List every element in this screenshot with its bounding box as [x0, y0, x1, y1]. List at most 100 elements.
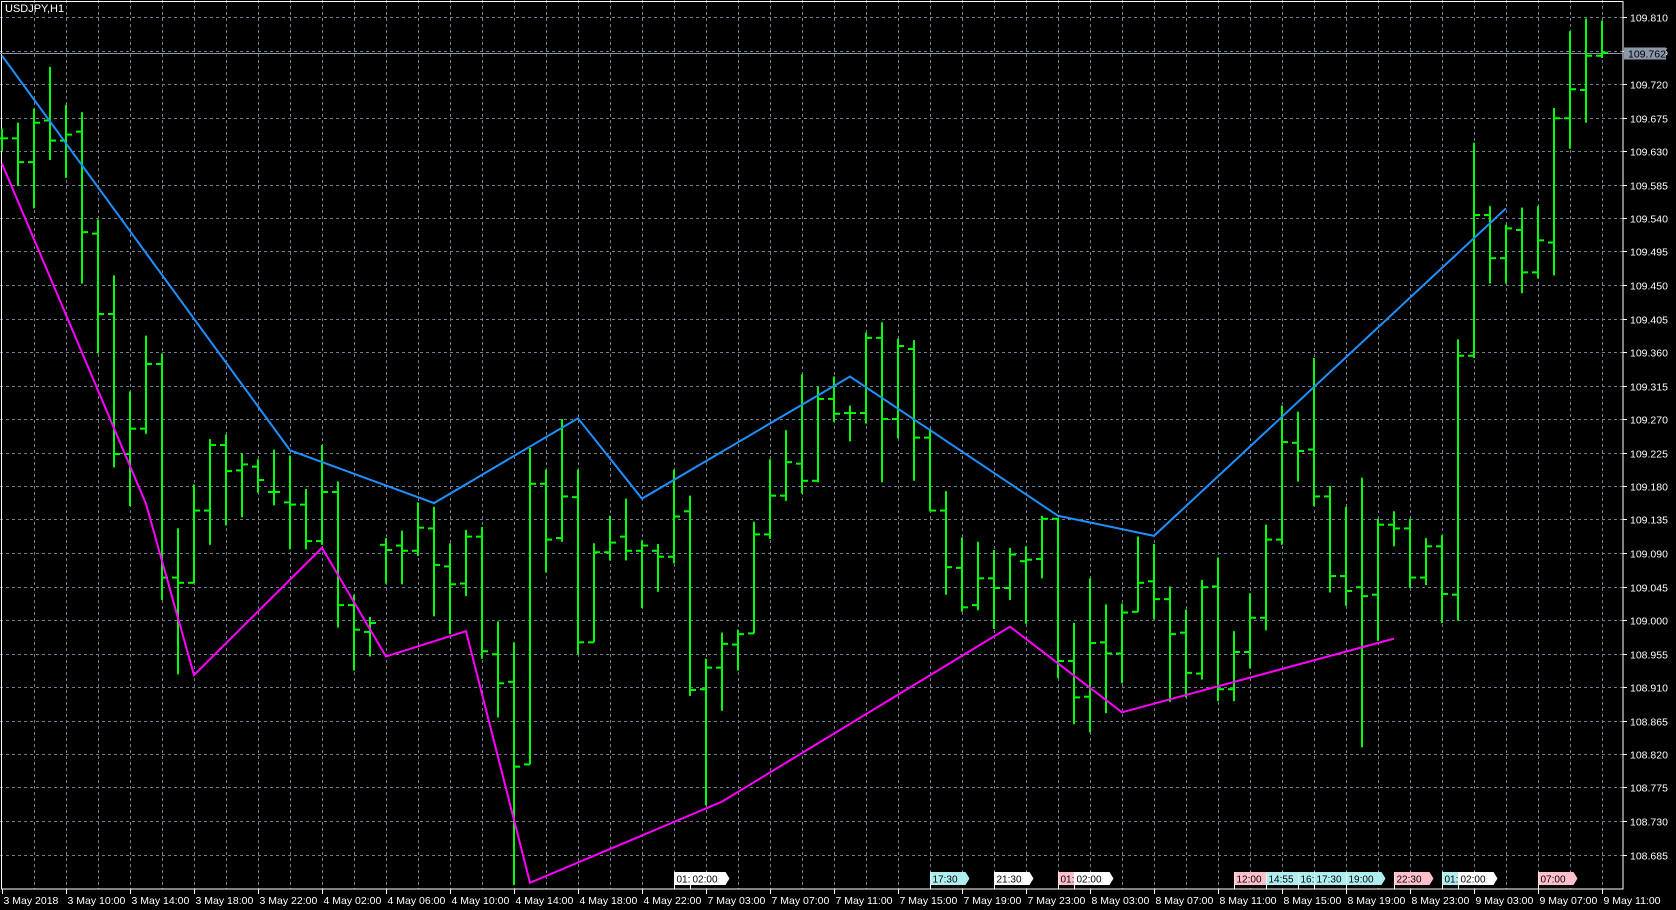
ohlc-bar [204, 439, 216, 545]
ohlc-bar [1340, 506, 1352, 606]
ohlc-bar [1164, 586, 1176, 702]
ohlc-bar [876, 322, 888, 483]
ohlc-bar [524, 448, 536, 766]
price-axis-label: 108.685 [1630, 851, 1668, 863]
ohlc-bar [252, 459, 264, 493]
price-axis-label: 109.675 [1630, 114, 1668, 126]
time-axis-label: 8 May 11:00 [1220, 895, 1277, 907]
price-axis-label: 109.360 [1630, 348, 1668, 360]
ohlc-bar [812, 386, 824, 483]
event-marker-label: 02:00 [693, 875, 718, 886]
ohlc-bar [220, 434, 232, 526]
price-axis-label: 108.730 [1630, 817, 1668, 829]
event-marker: 19:00 [1346, 872, 1386, 889]
ohlc-bar [380, 538, 392, 584]
ohlc-bar [44, 66, 56, 160]
event-marker-label: 17:30 [933, 875, 958, 886]
ohlc-bar [988, 550, 1000, 629]
ohlc-bar [892, 338, 904, 439]
price-axis-label: 109.810 [1630, 13, 1668, 25]
ohlc-bar [1500, 224, 1512, 284]
time-axis-label: 8 May 15:00 [1284, 895, 1342, 907]
ohlc-bar [1292, 411, 1304, 482]
ohlc-bar [1020, 546, 1032, 624]
event-marker-label: 16: [1301, 875, 1315, 886]
ohlc-bar [732, 629, 744, 671]
price-axis-label: 109.315 [1630, 382, 1668, 394]
ohlc-bar [428, 506, 440, 617]
ohlc-bar [1436, 535, 1448, 623]
ohlc-bar [956, 537, 968, 612]
time-axis-label: 7 May 15:00 [900, 895, 958, 907]
event-marker-label: 21:30 [997, 875, 1022, 886]
time-axis-label: 7 May 11:00 [836, 895, 893, 907]
ohlc-bar [540, 469, 552, 573]
ohlc-bar [1244, 593, 1256, 669]
ohlc-bar [348, 594, 360, 671]
ohlc-bar [652, 544, 664, 592]
time-axis-label: 4 May 06:00 [388, 895, 446, 907]
price-axis-label: 109.540 [1630, 214, 1668, 226]
time-axis-label: 3 May 2018 [4, 895, 59, 907]
ohlc-bar [28, 108, 40, 209]
chart-title: USDJPY,H1 [5, 3, 65, 15]
ohlc-bar [476, 526, 488, 659]
price-axis-label: 109.225 [1630, 449, 1668, 461]
time-axis-label: 4 May 22:00 [644, 895, 702, 907]
time-axis-label: 8 May 03:00 [1092, 895, 1150, 907]
ohlc-bar [1388, 511, 1400, 547]
ohlc-bar [1276, 405, 1288, 545]
time-axis-label: 8 May 19:00 [1348, 895, 1406, 907]
ohlc-bar [1212, 557, 1224, 702]
ohlc-bar [764, 459, 776, 539]
price-axis-label: 109.720 [1630, 80, 1668, 92]
ohlc-bar [1116, 603, 1128, 684]
price-chart[interactable]: 109.810109.765109.720109.675109.630109.5… [0, 0, 1676, 910]
ohlc-bar [60, 104, 72, 178]
price-axis-label: 108.910 [1630, 683, 1668, 695]
event-marker: 02:00 [690, 872, 730, 889]
event-marker: 22:30 [1394, 872, 1434, 889]
ohlc-bar [1308, 357, 1320, 507]
ohlc-bar [268, 449, 280, 506]
ohlc-bar [796, 374, 808, 494]
event-marker-label: 22:30 [1397, 875, 1422, 886]
ohlc-bar [1004, 547, 1016, 600]
ohlc-bar [124, 391, 136, 507]
ohlc-bar [1036, 515, 1048, 579]
time-axis-label: 4 May 10:00 [452, 895, 510, 907]
time-axis-label: 7 May 19:00 [964, 895, 1022, 907]
ohlc-bar [1484, 206, 1496, 284]
price-axis-label: 109.405 [1630, 315, 1668, 327]
ohlc-bar [332, 481, 344, 628]
price-axis-label: 109.585 [1630, 181, 1668, 193]
event-marker-label: 01: [677, 875, 691, 886]
ohlc-bar [620, 498, 632, 561]
ohlc-bar [508, 642, 520, 886]
ohlc-bar [1548, 107, 1560, 276]
price-axis-label: 108.775 [1630, 783, 1668, 795]
price-axis-label: 109.630 [1630, 147, 1668, 159]
ohlc-bar [572, 469, 584, 655]
ohlc-bar [1420, 538, 1432, 586]
ohlc-bar [1148, 544, 1160, 620]
time-axis-label: 3 May 22:00 [260, 895, 318, 907]
ohlc-bar [1260, 524, 1272, 631]
ohlc-bar [1372, 518, 1384, 641]
price-axis-label: 108.955 [1630, 650, 1668, 662]
ohlc-bar [716, 632, 728, 711]
ohlc-bar [1596, 20, 1608, 58]
event-marker-label: 01: [1061, 875, 1075, 886]
ohlc-bar [556, 419, 568, 542]
event-marker-label: 02:00 [1077, 875, 1102, 886]
event-marker-label: 01: [1445, 875, 1459, 886]
ohlc-bar [1564, 31, 1576, 149]
ohlc-bar [700, 658, 712, 806]
price-axis-label: 109.180 [1630, 482, 1668, 494]
price-axis-label: 109.495 [1630, 247, 1668, 259]
ohlc-bar [1452, 339, 1464, 621]
time-axis-label: 4 May 18:00 [580, 895, 638, 907]
ohlc-bar [12, 122, 24, 186]
ohlc-bar [1228, 631, 1240, 702]
time-axis-label: 4 May 02:00 [324, 895, 382, 907]
